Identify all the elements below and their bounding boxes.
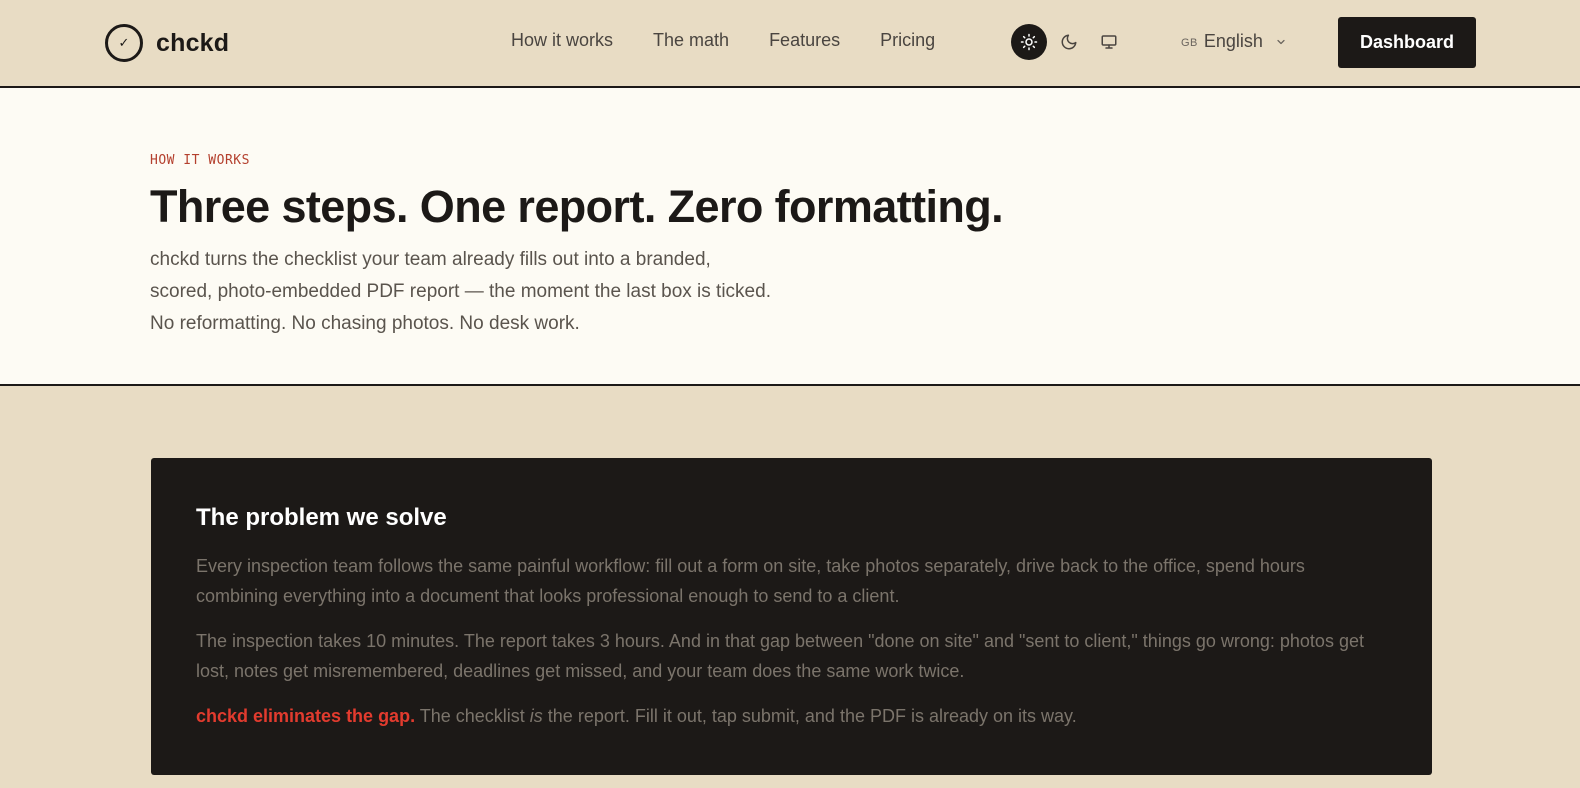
problem-emphasis: is <box>529 706 543 726</box>
main-nav: How it works The math Features Pricing <box>511 30 935 51</box>
language-select[interactable]: GB English <box>1181 31 1287 52</box>
chevron-down-icon <box>1277 39 1285 44</box>
problem-paragraph-1: Every inspection team follows the same p… <box>196 556 1305 606</box>
language-code: GB <box>1181 37 1198 49</box>
moon-icon <box>1061 34 1077 50</box>
theme-dark-button[interactable] <box>1051 24 1087 60</box>
problem-paragraph-2: The inspection takes 10 minutes. The rep… <box>196 631 1364 681</box>
nav-features[interactable]: Features <box>769 30 840 51</box>
dashboard-button[interactable]: Dashboard <box>1338 17 1476 68</box>
problem-text-b: the report. Fill it out, tap submit, and… <box>542 706 1077 726</box>
brand-name: chckd <box>156 28 230 57</box>
problem-text-a: The checklist <box>415 706 530 726</box>
theme-light-button[interactable] <box>1011 24 1047 60</box>
nav-how-it-works[interactable]: How it works <box>511 30 613 51</box>
nav-pricing[interactable]: Pricing <box>880 30 935 51</box>
theme-system-button[interactable] <box>1091 24 1127 60</box>
language-label: English <box>1203 31 1263 51</box>
brand-logo[interactable]: ✓ chckd <box>105 24 229 62</box>
hero-section: HOW IT WORKS Three steps. One report. Ze… <box>0 88 1580 386</box>
problem-card: The problem we solve Every inspection te… <box>151 458 1432 775</box>
problem-paragraph-3: chckd eliminates the gap. The checklist … <box>196 701 1387 731</box>
monitor-icon <box>1101 35 1117 49</box>
clock-check-icon: ✓ <box>105 24 143 62</box>
problem-highlight: chckd eliminates the gap. <box>196 706 416 726</box>
site-header: ✓ chckd How it works The math Features P… <box>0 0 1580 88</box>
page-title: Three steps. One report. Zero formatting… <box>150 181 1004 232</box>
nav-the-math[interactable]: The math <box>653 30 729 51</box>
problem-title: The problem we solve <box>196 504 447 531</box>
hero-description: chckd turns the checklist your team alre… <box>150 244 870 340</box>
section-eyebrow: HOW IT WORKS <box>150 153 250 168</box>
hero-line-1: chckd turns the checklist your team alre… <box>150 249 711 270</box>
sun-icon <box>1020 33 1038 51</box>
hero-line-3: No reformatting. No chasing photos. No d… <box>150 313 580 334</box>
hero-line-2: scored, photo-embedded PDF report — the … <box>150 281 771 302</box>
theme-toggle <box>1011 24 1127 60</box>
